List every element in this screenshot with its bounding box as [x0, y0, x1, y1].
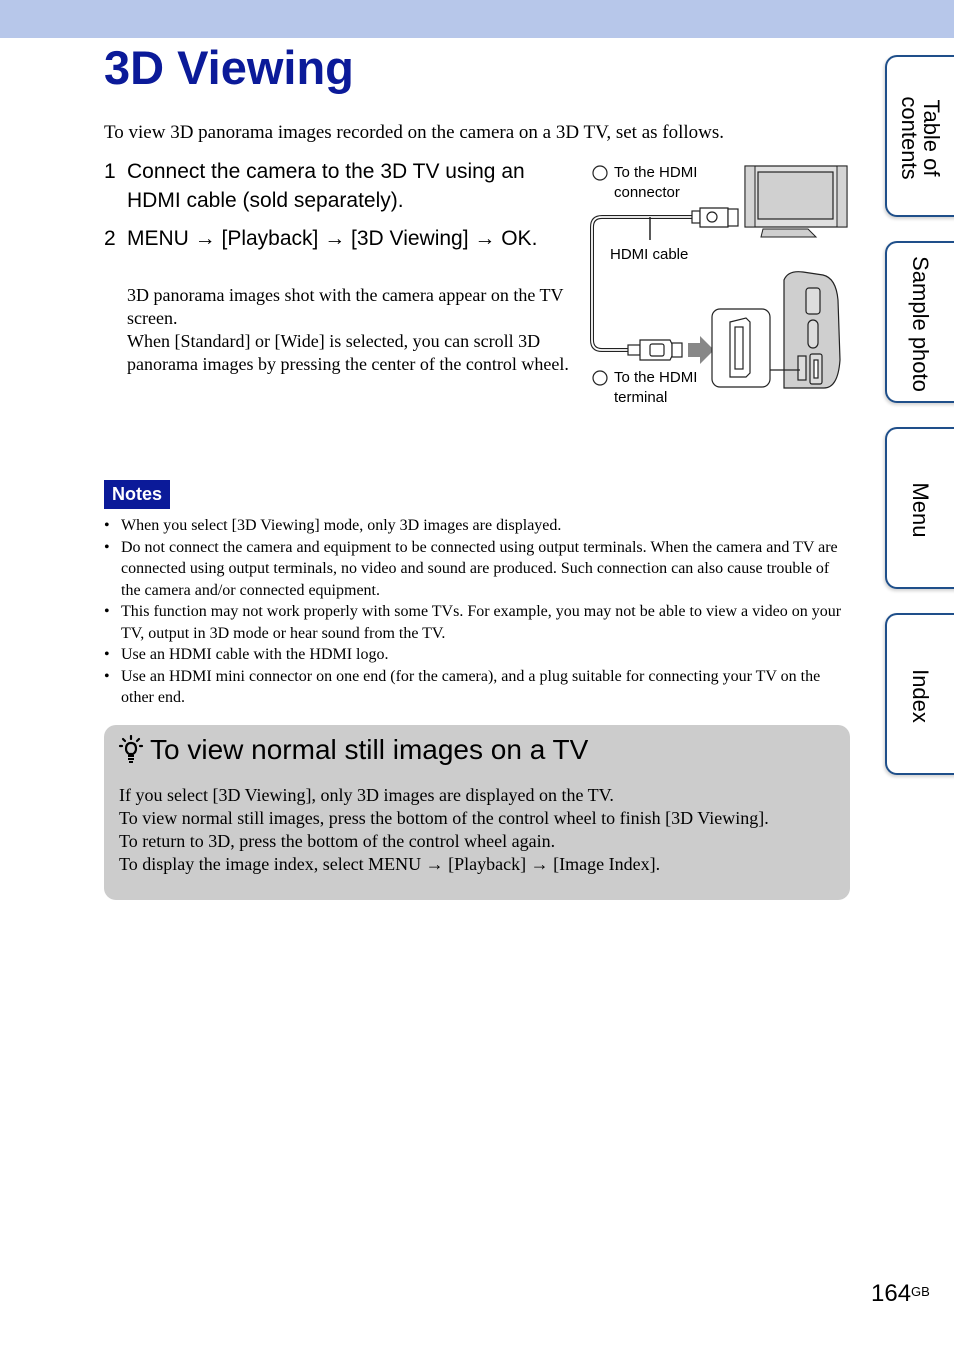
note-item: • This function may not work properly wit…	[104, 603, 842, 642]
tab-menu[interactable]: Menu	[885, 427, 954, 589]
step-number: 2	[104, 227, 116, 250]
tv-icon	[744, 165, 848, 238]
hint-title-text: To view normal still images on a TV	[150, 734, 589, 765]
hint-line: To return to 3D, press the bottom of the…	[119, 831, 556, 851]
step-2-description: 3D panorama images shot with the camera …	[127, 284, 572, 376]
step-text: Connect the camera to the 3D TV using an…	[127, 160, 525, 212]
note-item: • Do not connect the camera and equipment…	[104, 538, 838, 599]
step-number: 1	[104, 160, 116, 183]
hdmi-plug-icon	[691, 207, 739, 228]
hdmi-mini-plug-icon	[627, 339, 683, 361]
note-text: This function may not work properly with…	[121, 603, 842, 642]
hint-line: If you select [3D Viewing], only 3D imag…	[119, 785, 614, 805]
tab-label: Index	[908, 669, 933, 723]
label-hdmi-cable: HDMI cable	[610, 246, 689, 263]
hint-body: If you select [3D Viewing], only 3D imag…	[119, 784, 839, 876]
callout-1-icon	[592, 165, 608, 181]
page-region-suffix: GB	[911, 1284, 930, 1299]
hint-box: To view normal still images on a TV If y…	[104, 725, 850, 900]
tab-label: Menu	[908, 482, 933, 538]
page-title: 3D Viewing	[104, 41, 354, 94]
hdmi-cable	[590, 215, 694, 352]
step-text: MENU → [Playback] → [3D Viewing] → OK.	[127, 227, 538, 250]
label-hdmi-connector: To the HDMI connector	[614, 164, 698, 201]
intro-text: To view 3D panorama images recorded on t…	[104, 122, 725, 143]
note-text: Use an HDMI cable with the HDMI logo.	[121, 646, 389, 663]
lightbulb-icon	[118, 735, 144, 763]
tab-table-of-contents[interactable]: Table of contents	[885, 55, 954, 217]
notes-badge: Notes	[104, 480, 170, 509]
note-item: • When you select [3D Viewing] mode, only…	[104, 517, 562, 534]
note-text: Use an HDMI mini connector on one end (f…	[121, 667, 821, 707]
tab-index[interactable]: Index	[885, 613, 954, 775]
hint-line: To view normal still images, press the b…	[119, 808, 769, 828]
note-text: When you select [3D Viewing] mode, only …	[121, 517, 562, 534]
callout-2-icon	[592, 370, 608, 386]
hdmi-connection-diagram: To the HDMI connector HDMI cable To the …	[588, 160, 850, 410]
label-hdmi-terminal: To the HDMI terminal	[614, 369, 698, 406]
header-bar	[0, 0, 954, 38]
page-number-value: 164	[871, 1280, 912, 1307]
description-paragraph: 3D panorama images shot with the camera …	[127, 285, 564, 328]
hint-title: To view normal still images on a TV	[118, 733, 588, 767]
note-text: Do not connect the camera and equipment …	[121, 538, 838, 599]
page-number: 164GB	[871, 1280, 930, 1308]
note-item: • Use an HDMI cable with the HDMI logo.	[104, 646, 389, 663]
hdmi-terminal-icon	[711, 308, 771, 388]
description-paragraph: When [Standard] or [Wide] is selected, y…	[127, 331, 569, 374]
note-item: • Use an HDMI mini connector on one end (…	[104, 667, 821, 707]
hint-line: To display the image index, select MENU …	[119, 854, 661, 874]
tab-label: Table of contents	[897, 96, 944, 180]
camera-icon	[768, 271, 841, 389]
tab-label: Sample photo	[908, 256, 933, 392]
notes-list: • When you select [3D Viewing] mode, only…	[104, 515, 852, 709]
tab-sample-photo[interactable]: Sample photo	[885, 241, 954, 403]
arrow-icon	[688, 336, 714, 364]
